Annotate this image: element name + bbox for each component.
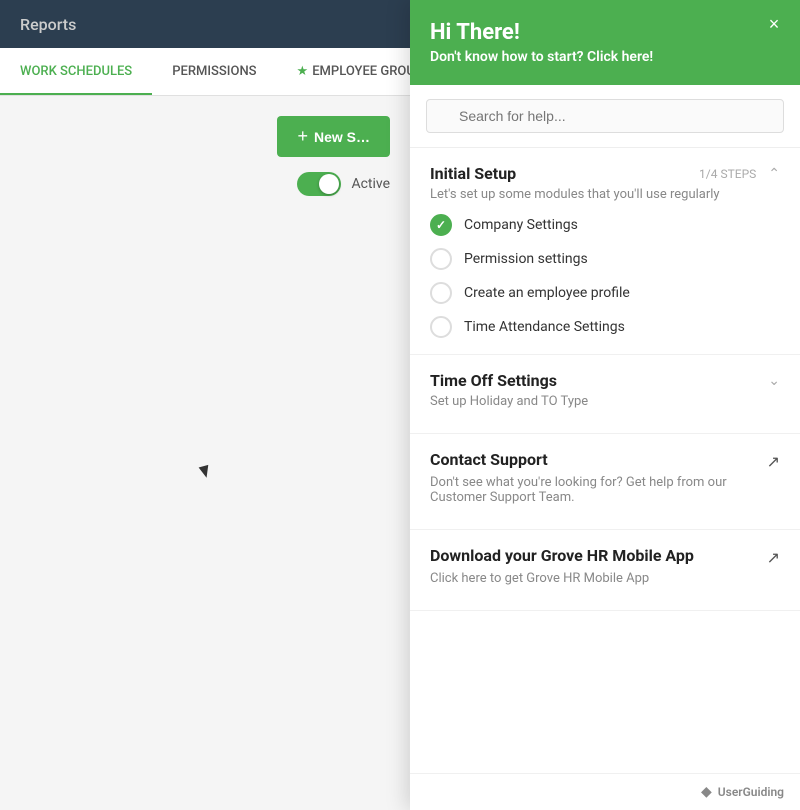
chevron-down-icon: ⌄: [768, 373, 780, 389]
plus-icon: +: [297, 126, 308, 147]
external-link-icon-2: ↗: [767, 548, 780, 567]
active-toggle-row: Active: [297, 172, 390, 196]
new-schedule-button[interactable]: + New S…: [277, 116, 390, 157]
contact-support-desc: Don't see what you're looking for? Get h…: [430, 475, 767, 505]
panel-search-area: 🔍: [410, 85, 800, 148]
panel-subtitle: Don't know how to start? Click here!: [430, 49, 780, 65]
section-initial-setup: Initial Setup 1/4 STEPS ⌃ Let's set up s…: [410, 148, 800, 355]
chevron-up-icon: ⌃: [768, 166, 780, 182]
active-toggle[interactable]: [297, 172, 341, 196]
tab-work-schedules[interactable]: WORK SCHEDULES: [0, 48, 152, 95]
list-item[interactable]: Create an employee profile: [430, 282, 780, 304]
initial-setup-header[interactable]: Initial Setup 1/4 STEPS ⌃: [430, 164, 780, 183]
initial-setup-desc: Let's set up some modules that you'll us…: [430, 187, 780, 202]
tab-permissions-label: PERMISSIONS: [172, 64, 256, 79]
toggle-knob: [319, 174, 339, 194]
panel-close-button[interactable]: ×: [762, 12, 786, 36]
time-off-header[interactable]: Time Off Settings ⌄: [430, 371, 780, 390]
panel-body: Initial Setup 1/4 STEPS ⌃ Let's set up s…: [410, 148, 800, 773]
help-panel: × Hi There! Don't know how to start? Cli…: [410, 0, 800, 810]
section-mobile-app[interactable]: Download your Grove HR Mobile App Click …: [410, 530, 800, 611]
cursor-pointer: [200, 466, 212, 484]
panel-header: × Hi There! Don't know how to start? Cli…: [410, 0, 800, 85]
mobile-app-title: Download your Grove HR Mobile App: [430, 546, 694, 565]
main-content: + New S… Active: [0, 96, 410, 810]
active-toggle-label: Active: [351, 176, 390, 192]
app-header: Reports: [0, 0, 410, 48]
section-contact-support[interactable]: Contact Support Don't see what you're lo…: [410, 434, 800, 530]
panel-footer: ◆ UserGuiding: [410, 773, 800, 810]
check-circle-empty: [430, 282, 452, 304]
header-title: Reports: [20, 15, 76, 34]
initial-setup-checklist: Company Settings Permission settings Cre…: [430, 214, 780, 338]
new-schedule-label: New S…: [314, 129, 370, 145]
search-input[interactable]: [426, 99, 784, 133]
initial-setup-steps: 1/4 STEPS: [699, 167, 756, 181]
time-off-title: Time Off Settings: [430, 371, 557, 390]
check-item-label: Company Settings: [464, 217, 578, 233]
mobile-app-desc: Click here to get Grove HR Mobile App: [430, 571, 694, 586]
mobile-app-link: Download your Grove HR Mobile App Click …: [430, 546, 780, 594]
contact-support-link: Contact Support Don't see what you're lo…: [430, 450, 780, 513]
external-link-icon: ↗: [767, 452, 780, 471]
list-item[interactable]: Time Attendance Settings: [430, 316, 780, 338]
section-time-off: Time Off Settings ⌄ Set up Holiday and T…: [410, 355, 800, 434]
userguiding-brand: UserGuiding: [718, 785, 784, 799]
tab-work-schedules-label: WORK SCHEDULES: [20, 64, 132, 79]
app-container: Reports WORK SCHEDULES PERMISSIONS ★ EMP…: [0, 0, 800, 810]
panel-title: Hi There!: [430, 20, 780, 45]
userguiding-logo-icon: ◆: [701, 784, 712, 800]
list-item[interactable]: Company Settings: [430, 214, 780, 236]
star-icon: ★: [297, 64, 309, 79]
contact-support-title: Contact Support: [430, 450, 767, 469]
check-item-label: Create an employee profile: [464, 285, 630, 301]
check-circle-done: [430, 214, 452, 236]
check-circle-empty: [430, 248, 452, 270]
check-circle-empty: [430, 316, 452, 338]
check-item-label: Permission settings: [464, 251, 588, 267]
time-off-desc: Set up Holiday and TO Type: [430, 394, 780, 409]
check-item-label: Time Attendance Settings: [464, 319, 625, 335]
tab-permissions[interactable]: PERMISSIONS: [152, 48, 276, 95]
list-item[interactable]: Permission settings: [430, 248, 780, 270]
search-wrapper: 🔍: [426, 99, 784, 133]
tabs-bar: WORK SCHEDULES PERMISSIONS ★ EMPLOYEE GR…: [0, 48, 410, 96]
initial-setup-title: Initial Setup: [430, 164, 516, 183]
